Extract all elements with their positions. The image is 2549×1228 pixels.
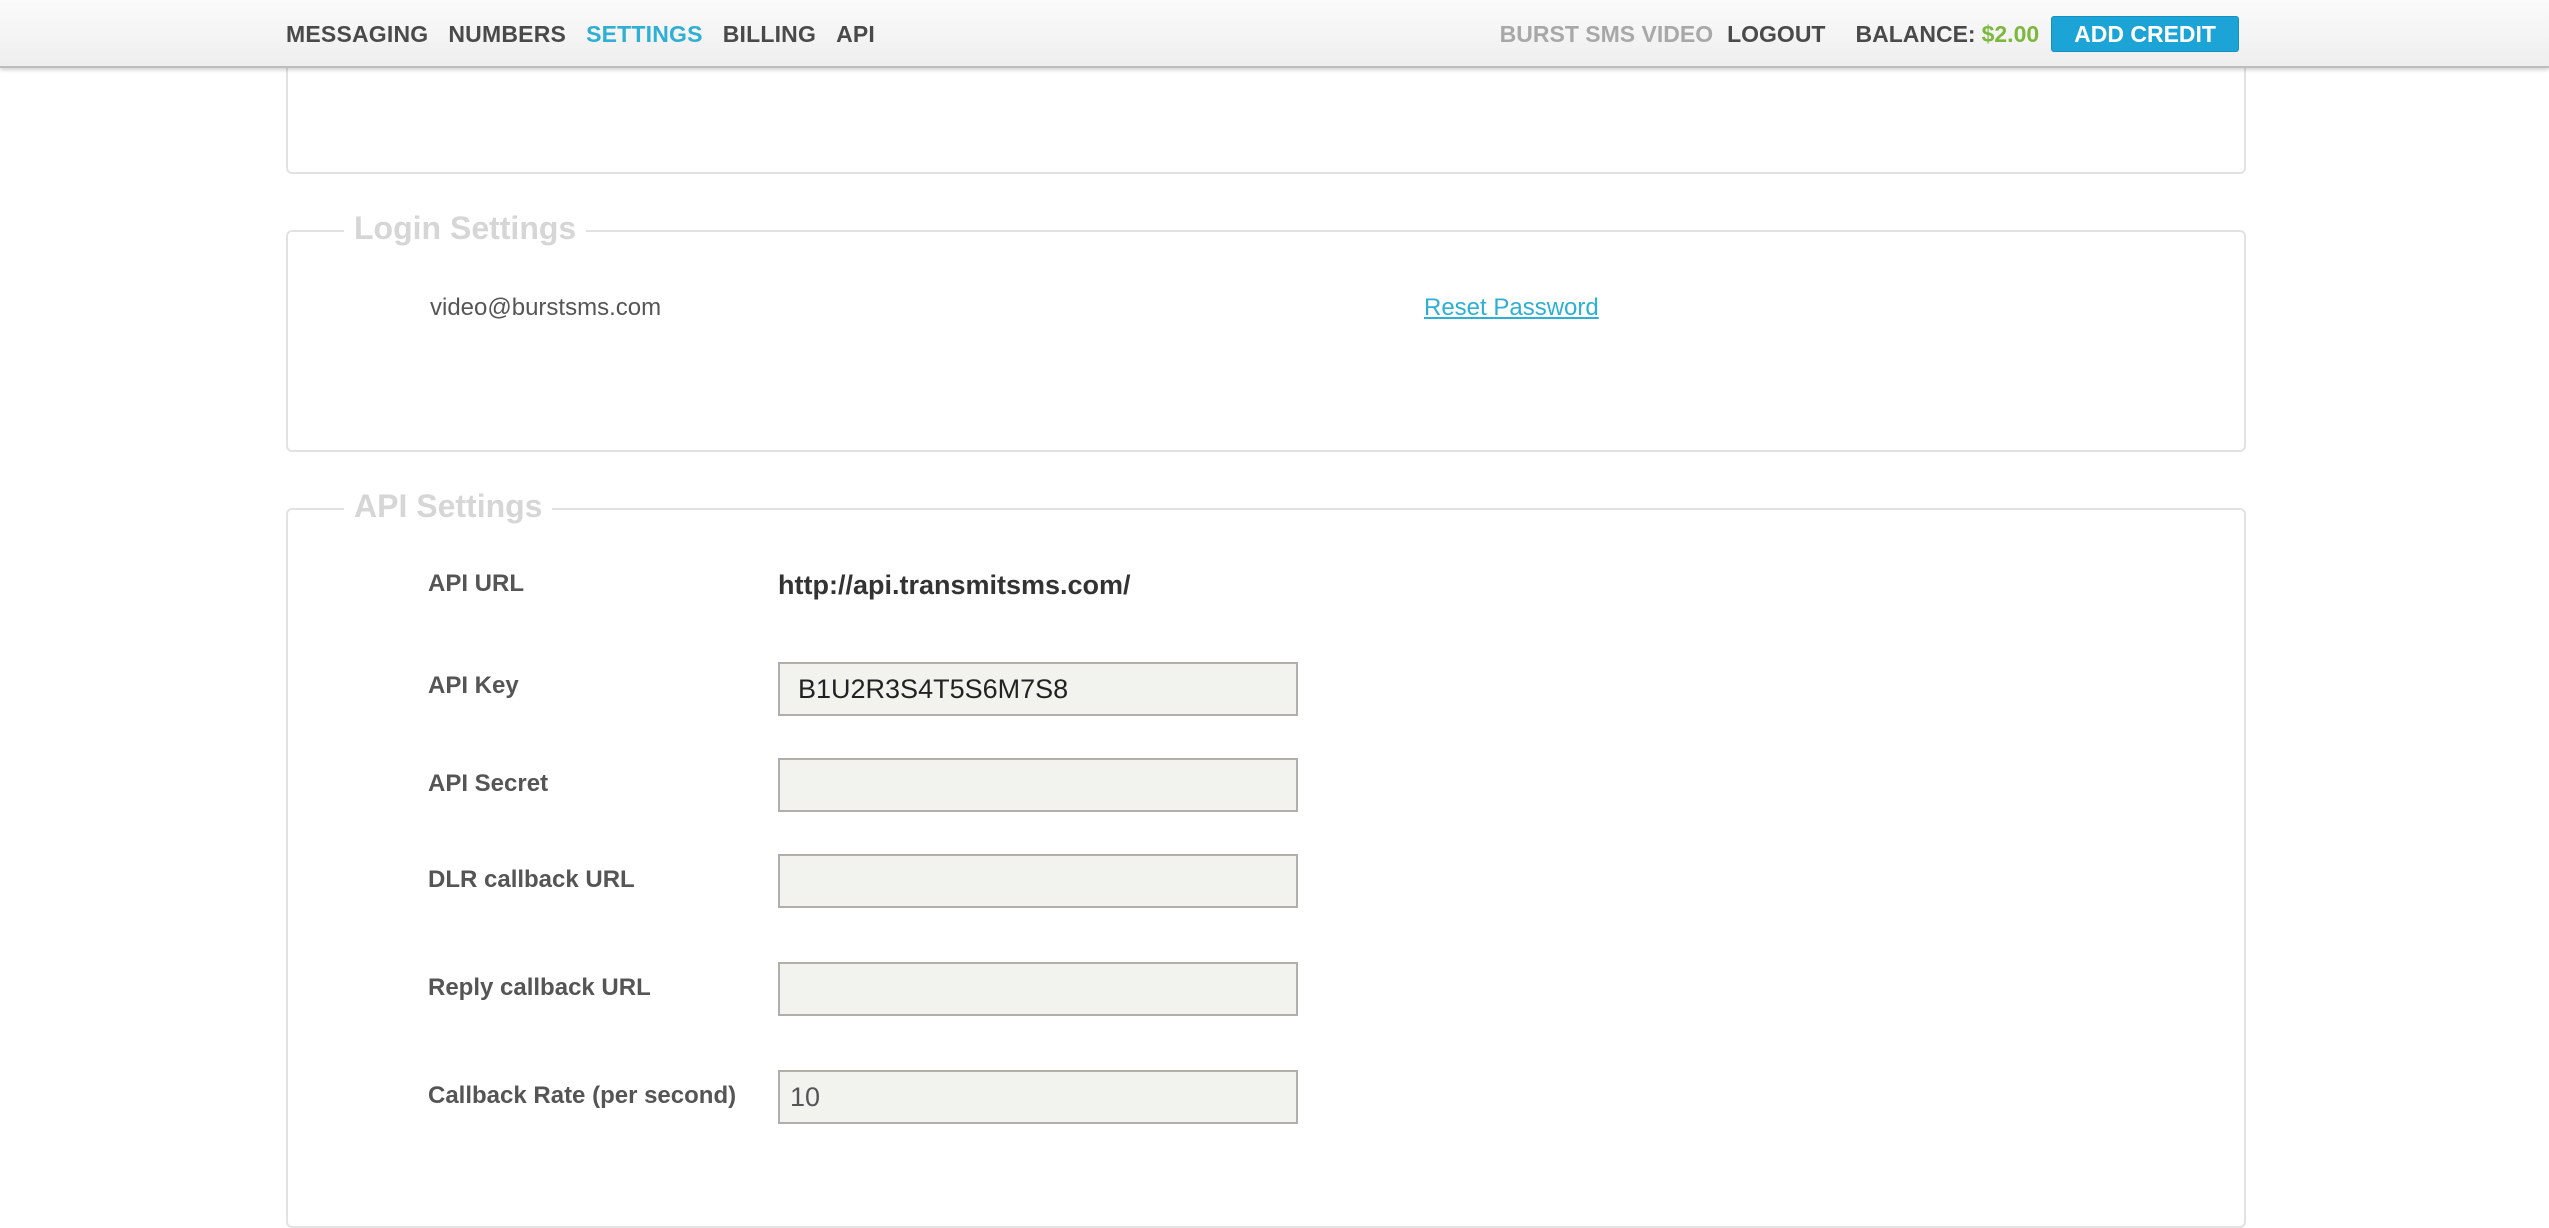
login-email: video@burstsms.com [430,294,662,321]
reply-callback-field[interactable] [778,962,1298,1016]
balance-value: $2.00 [1981,20,2040,47]
account-name: BURST SMS VIDEO [1499,20,1714,47]
api-secret-field[interactable] [778,758,1298,812]
account-menu: BURST SMS VIDEO LOGOUT BALANCE: $2.00 AD… [1500,0,2239,68]
api-secret-label: API Secret [428,770,549,797]
dlr-callback-label: DLR callback URL [428,866,635,893]
callback-rate-label: Callback Rate (per second) [428,1082,737,1109]
api-settings-title: API Settings [344,488,553,525]
main-menu: MESSAGING NUMBERS SETTINGS BILLING API [286,0,895,68]
dlr-callback-field[interactable] [778,854,1298,908]
reply-callback-label: Reply callback URL [428,974,651,1001]
login-settings-title: Login Settings [344,210,587,247]
nav-item-settings[interactable]: SETTINGS [586,21,703,48]
reset-password-link[interactable]: Reset Password [1424,294,1599,322]
nav-item-billing[interactable]: BILLING [723,21,816,48]
api-key-label: API Key [428,672,519,699]
nav-item-numbers[interactable]: NUMBERS [448,21,566,48]
nav-item-api[interactable]: API [836,21,875,48]
api-key-field[interactable] [778,662,1298,716]
api-url-value: http://api.transmitsms.com/ [778,570,1131,600]
callback-rate-field[interactable] [778,1070,1298,1124]
api-settings-panel: API Settings API URL http://api.transmit… [286,488,2246,1228]
login-settings-panel: Login Settings video@burstsms.com Reset … [286,210,2246,452]
logout-link[interactable]: LOGOUT [1727,21,1825,48]
balance-label: BALANCE: [1855,20,1976,47]
nav-item-messaging[interactable]: MESSAGING [286,21,428,48]
add-credit-button[interactable]: ADD CREDIT [2051,16,2239,52]
top-navigation-bar: MESSAGING NUMBERS SETTINGS BILLING API B… [0,0,2549,68]
api-url-label: API URL [428,570,524,597]
